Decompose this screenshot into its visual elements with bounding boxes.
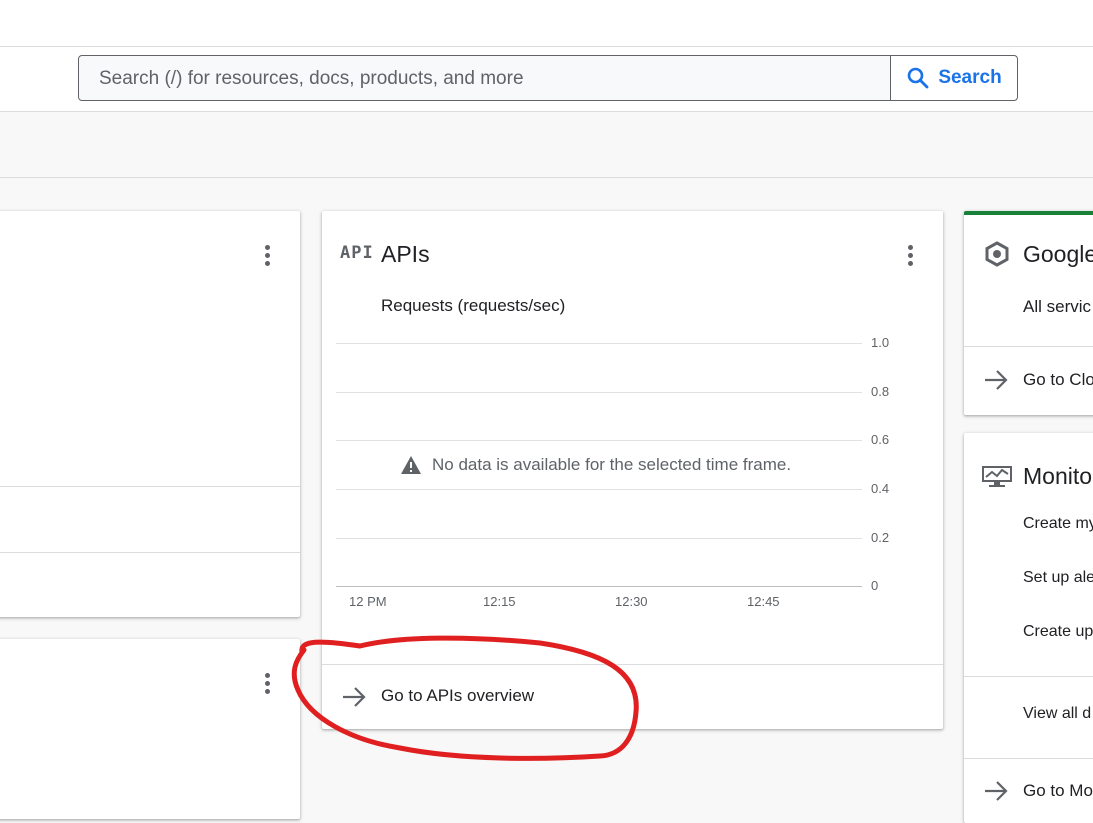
apis-card: API APIs Requests (requests/sec) 1.0 0.8…	[322, 211, 943, 729]
more-options-icon[interactable]	[255, 243, 279, 267]
view-all-link[interactable]: View all d	[1023, 705, 1091, 723]
top-header-bar	[0, 0, 1093, 47]
monitoring-icon	[982, 466, 1012, 487]
y-tick-label: 0.6	[871, 432, 890, 447]
y-tick-label: 1.0	[871, 335, 890, 350]
gridline	[336, 392, 862, 393]
search-icon	[908, 67, 929, 89]
chart-title: Requests (requests/sec)	[381, 296, 566, 315]
x-tick-label: 12:45	[747, 594, 780, 609]
go-to-cloud-link[interactable]: Go to Clo	[964, 347, 1093, 411]
gridline	[336, 538, 862, 539]
apis-card-title: APIs	[381, 241, 430, 267]
monitoring-card-title: Monito	[1023, 463, 1093, 489]
go-to-cloud-label: Go to Clo	[1023, 370, 1093, 389]
no-data-message: No data is available for the selected ti…	[432, 455, 792, 474]
monitoring-item[interactable]: Create up	[1023, 623, 1093, 641]
warning-icon	[401, 456, 421, 474]
google-card-subtitle: All servic	[1023, 297, 1092, 316]
go-to-monitoring-link[interactable]: Go to Mo	[964, 759, 1093, 823]
more-options-icon[interactable]	[898, 243, 922, 267]
go-to-monitoring-label: Go to Mo	[1023, 781, 1093, 800]
monitoring-item[interactable]: Set up ale	[1023, 569, 1093, 587]
google-cloud-card: Google All servic Go to Clo	[964, 211, 1093, 415]
arrow-right-icon	[985, 781, 1008, 801]
go-to-apis-overview-label: Go to APIs overview	[381, 686, 535, 705]
more-options-icon[interactable]	[255, 671, 279, 695]
api-icon: API	[340, 243, 374, 263]
dashboard-toolbar	[0, 112, 1093, 178]
arrow-right-icon	[985, 370, 1008, 390]
google-card-title: Google	[1023, 241, 1093, 267]
y-tick-label: 0.4	[871, 481, 890, 496]
go-to-apis-overview-link[interactable]: Go to APIs overview	[322, 665, 943, 729]
card-divider	[0, 486, 300, 487]
y-tick-label: 0.2	[871, 530, 890, 545]
requests-chart: 1.0 0.8 0.6 0.4 0.2 0 12 PM 12:15 12:30 …	[322, 331, 943, 611]
x-tick-label: 12 PM	[349, 594, 387, 609]
search-box: Search (/) for resources, docs, products…	[78, 55, 1018, 101]
search-bar-row: Search (/) for resources, docs, products…	[0, 47, 1093, 112]
y-tick-label: 0	[871, 578, 879, 593]
arrow-right-icon	[343, 687, 366, 707]
monitoring-item[interactable]: Create my	[1023, 515, 1093, 533]
left-card-bottom	[0, 639, 300, 819]
y-tick-label: 0.8	[871, 384, 890, 399]
search-button-label: Search	[938, 67, 1002, 88]
gridline	[336, 440, 862, 441]
monitoring-card: Monito Create my Set up ale Create up Vi…	[964, 433, 1093, 823]
gridline	[336, 343, 862, 344]
no-data-notice: No data is available for the selected ti…	[396, 455, 796, 475]
card-divider	[964, 676, 1093, 677]
x-tick-label: 12:30	[615, 594, 648, 609]
gridline	[336, 489, 862, 490]
card-divider	[0, 552, 300, 553]
x-tick-label: 12:15	[483, 594, 516, 609]
search-button[interactable]: Search	[890, 56, 1017, 100]
x-axis-line	[336, 586, 862, 587]
google-cloud-hexagon-icon	[985, 241, 1009, 267]
search-input[interactable]: Search (/) for resources, docs, products…	[99, 68, 524, 90]
left-card-top	[0, 211, 300, 617]
